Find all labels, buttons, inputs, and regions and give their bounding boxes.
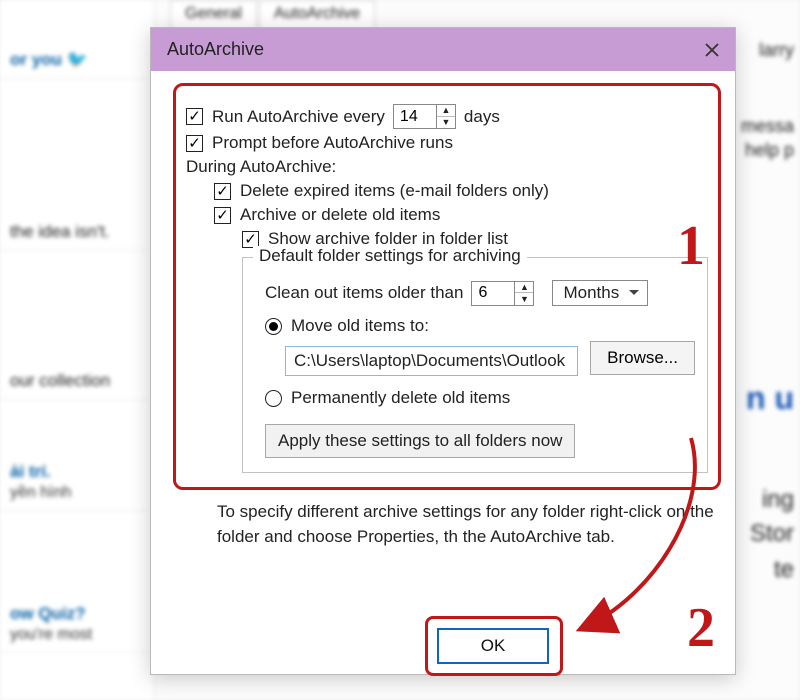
ok-button[interactable]: OK — [437, 628, 549, 664]
annotation-frame-1: Run AutoArchive every ▲▼ days Prompt bef… — [173, 83, 721, 490]
bg-right-fragment: Stor — [750, 520, 794, 548]
run-every-days-stepper[interactable]: ▲▼ — [393, 104, 456, 129]
prompt-row: Prompt before AutoArchive runs — [186, 133, 708, 153]
background-left-pane: or you 🐦 the idea isn't. our collection … — [0, 0, 155, 700]
delete-expired-checkbox[interactable] — [214, 183, 231, 200]
dialog-title: AutoArchive — [167, 39, 264, 60]
bg-right-fragment: help p — [745, 140, 794, 161]
autoarchive-dialog: AutoArchive Run AutoArchive every ▲▼ day… — [150, 27, 736, 675]
dialog-content: Run AutoArchive every ▲▼ days Prompt bef… — [151, 71, 735, 559]
clean-out-value-input[interactable] — [472, 282, 514, 305]
archive-path-field[interactable]: C:\Users\laptop\Documents\Outlook — [285, 346, 578, 376]
stepper-buttons[interactable]: ▲▼ — [436, 105, 455, 128]
prompt-checkbox[interactable] — [186, 135, 203, 152]
prompt-label: Prompt before AutoArchive runs — [212, 133, 453, 153]
delete-expired-label: Delete expired items (e-mail folders onl… — [240, 181, 549, 201]
perm-delete-label: Permanently delete old items — [291, 388, 510, 408]
perm-delete-row: Permanently delete old items — [265, 388, 695, 408]
chevron-up-icon[interactable]: ▲ — [437, 105, 455, 117]
bg-left-item: or you 🐦 — [0, 44, 149, 79]
bg-left-item: ow Quiz?you're most — [0, 598, 149, 653]
move-old-items-radio[interactable] — [265, 318, 282, 335]
move-old-items-label: Move old items to: — [291, 316, 429, 336]
groupbox-legend: Default folder settings for archiving — [253, 246, 527, 266]
run-every-row: Run AutoArchive every ▲▼ days — [186, 104, 708, 129]
archive-or-delete-row: Archive or delete old items — [214, 205, 708, 225]
delete-expired-row: Delete expired items (e-mail folders onl… — [214, 181, 708, 201]
archive-or-delete-label: Archive or delete old items — [240, 205, 440, 225]
browse-button[interactable]: Browse... — [590, 341, 695, 375]
bg-right-fragment: larry — [759, 40, 794, 61]
perm-delete-radio[interactable] — [265, 390, 282, 407]
show-archive-folder-checkbox[interactable] — [242, 231, 259, 248]
bg-right-fragment: ing — [762, 486, 794, 514]
close-icon[interactable] — [701, 39, 723, 61]
bg-left-item: the idea isn't. — [0, 216, 149, 251]
bg-left-item: ải trí.yền hình — [0, 456, 149, 511]
chevron-down-icon[interactable]: ▼ — [515, 293, 533, 304]
annotation-number-2: 2 — [687, 596, 715, 660]
run-every-days-suffix: days — [464, 107, 500, 127]
archive-path-row: C:\Users\laptop\Documents\Outlook Browse… — [257, 340, 695, 376]
ok-button-wrap: OK — [437, 628, 549, 664]
run-every-checkbox[interactable] — [186, 108, 203, 125]
dialog-titlebar: AutoArchive — [151, 28, 735, 71]
clean-out-label: Clean out items older than — [265, 283, 463, 303]
clean-out-stepper[interactable]: ▲▼ — [471, 281, 534, 306]
stepper-buttons[interactable]: ▲▼ — [514, 282, 533, 305]
bg-right-fragment: n u — [746, 380, 794, 417]
bg-left-item: our collection — [0, 365, 149, 400]
archive-or-delete-checkbox[interactable] — [214, 207, 231, 224]
chevron-up-icon[interactable]: ▲ — [515, 282, 533, 294]
bg-right-fragment: te — [774, 556, 794, 584]
folder-hint-text: To specify different archive settings fo… — [173, 500, 721, 549]
run-every-days-input[interactable] — [394, 105, 436, 128]
run-every-label: Run AutoArchive every — [212, 107, 385, 127]
bg-right-fragment: messa — [741, 116, 794, 137]
during-label: During AutoArchive: — [186, 157, 708, 177]
default-folder-settings-group: Default folder settings for archiving Cl… — [242, 257, 708, 473]
chevron-down-icon[interactable]: ▼ — [437, 117, 455, 128]
clean-out-row: Clean out items older than ▲▼ Months — [265, 280, 695, 306]
units-select[interactable]: Months — [552, 280, 648, 306]
move-old-items-row: Move old items to: — [265, 316, 695, 336]
apply-all-folders-button[interactable]: Apply these settings to all folders now — [265, 424, 575, 458]
